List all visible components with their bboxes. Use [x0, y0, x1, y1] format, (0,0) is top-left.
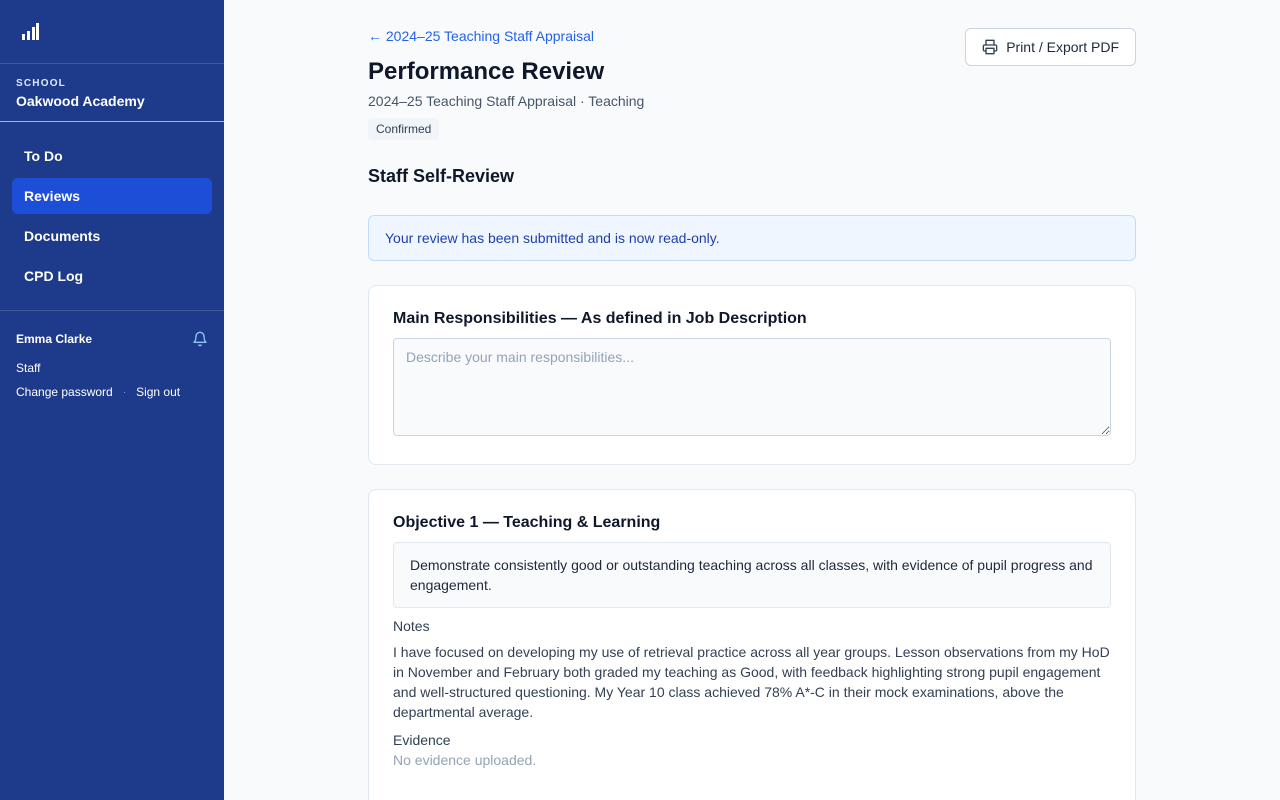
nav-item-reviews[interactable]: Reviews	[12, 178, 212, 214]
user-role: Staff	[16, 361, 41, 375]
objective-1-card: Objective 1 — Teaching & Learning Demons…	[368, 489, 1136, 800]
objective-1-description: Demonstrate consistently good or outstan…	[393, 542, 1111, 608]
section-title: Staff Self-Review	[368, 166, 515, 186]
notes-label: Notes	[393, 618, 430, 634]
nav-item-documents[interactable]: Documents	[12, 218, 212, 254]
school-label: SCHOOL	[16, 78, 66, 89]
page-subtitle: 2024–25 Teaching Staff Appraisal · Teach…	[368, 93, 645, 109]
sidebar: SCHOOL Oakwood Academy To Do Reviews Doc…	[0, 0, 224, 800]
notes-text: I have focused on developing my use of r…	[393, 644, 1110, 720]
print-export-button[interactable]: Print / Export PDF	[965, 28, 1136, 66]
responsibilities-textarea[interactable]	[393, 338, 1111, 436]
status-badge: Confirmed	[368, 118, 440, 140]
printer-icon	[982, 39, 998, 55]
change-password-link[interactable]: Change password	[16, 385, 113, 399]
notifications-button[interactable]	[192, 331, 208, 347]
link-separator: ·	[122, 386, 127, 398]
main-nav: To Do Reviews Documents CPD Log	[0, 122, 224, 311]
back-link[interactable]: ← 2024–25 Teaching Staff Appraisal	[368, 28, 594, 44]
responsibilities-title: Main Responsibilities — As defined in Jo…	[393, 310, 807, 327]
bell-icon	[193, 331, 207, 347]
page-title: Performance Review	[368, 58, 605, 85]
evidence-label: Evidence	[393, 732, 451, 748]
user-panel: Emma Clarke Staff Change password · Sign…	[0, 311, 224, 419]
read-only-banner: Your review has been submitted and is no…	[368, 215, 1136, 261]
evidence-empty-text: No evidence uploaded.	[393, 752, 537, 768]
objective-1-title: Objective 1 — Teaching & Learning	[393, 514, 661, 531]
school-info: SCHOOL Oakwood Academy	[0, 64, 224, 122]
app-logo[interactable]	[0, 0, 224, 64]
sign-out-link[interactable]: Sign out	[136, 385, 180, 399]
nav-item-cpd-log[interactable]: CPD Log	[12, 258, 212, 294]
nav-item-to-do[interactable]: To Do	[12, 138, 212, 174]
responsibilities-card: Main Responsibilities — As defined in Jo…	[368, 285, 1136, 465]
school-name: Oakwood Academy	[16, 93, 145, 109]
bar-chart-logo-icon	[22, 22, 39, 40]
print-button-label: Print / Export PDF	[1006, 39, 1119, 55]
user-name: Emma Clarke	[16, 332, 93, 346]
